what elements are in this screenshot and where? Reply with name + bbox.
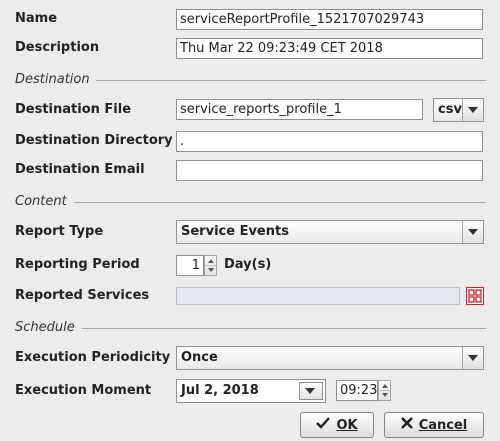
- execution-periodicity-label: Execution Periodicity: [15, 350, 171, 365]
- reporting-period-spinner[interactable]: [204, 255, 217, 276]
- destination-file-field[interactable]: service_reports_profile_1: [176, 99, 423, 120]
- spinner-up-button[interactable]: [205, 256, 216, 266]
- grid-select-icon[interactable]: [466, 287, 484, 305]
- file-format-select[interactable]: csv: [433, 98, 484, 122]
- ok-button[interactable]: OK: [300, 412, 374, 438]
- x-icon: [400, 417, 413, 433]
- execution-time-field[interactable]: 09:23: [336, 380, 378, 401]
- destination-directory-field[interactable]: .: [176, 131, 483, 152]
- destination-directory-label: Destination Directory: [15, 133, 173, 148]
- cancel-button[interactable]: Cancel: [384, 412, 484, 438]
- destination-section-title: Destination: [15, 72, 90, 87]
- ok-button-label: OK: [336, 417, 358, 433]
- date-dropdown-button[interactable]: [299, 382, 323, 400]
- report-type-dropdown-button[interactable]: [462, 221, 483, 243]
- chevron-down-icon: [468, 229, 478, 235]
- reporting-period-unit: Day(s): [224, 257, 272, 272]
- time-up-button[interactable]: [379, 381, 390, 391]
- schedule-section-title: Schedule: [15, 320, 75, 335]
- content-section-title: Content: [15, 194, 67, 209]
- check-icon: [316, 417, 331, 433]
- reporting-period-field[interactable]: 1: [176, 255, 204, 276]
- execution-date-value: Jul 2, 2018: [181, 383, 259, 398]
- name-field[interactable]: serviceReportProfile_1521707029743: [176, 9, 483, 30]
- execution-moment-label: Execution Moment: [15, 383, 152, 398]
- schedule-separator: [82, 328, 486, 329]
- report-type-label: Report Type: [15, 224, 104, 239]
- arrow-down-icon: [382, 392, 388, 397]
- destination-email-field[interactable]: [176, 160, 483, 181]
- time-down-button[interactable]: [379, 391, 390, 401]
- reported-services-field: [176, 287, 460, 305]
- report-type-value: Service Events: [181, 224, 289, 239]
- execution-periodicity-value: Once: [181, 350, 218, 365]
- execution-date-picker[interactable]: Jul 2, 2018: [176, 379, 326, 403]
- arrow-up-icon: [208, 259, 214, 263]
- destination-separator: [96, 80, 486, 81]
- cancel-button-label: Cancel: [418, 417, 468, 433]
- file-format-value: csv: [438, 102, 462, 117]
- description-label: Description: [15, 40, 100, 55]
- name-label: Name: [15, 11, 58, 26]
- execution-time-spinner[interactable]: [378, 380, 391, 401]
- chevron-down-icon: [468, 355, 478, 361]
- spinner-down-button[interactable]: [205, 266, 216, 276]
- destination-email-label: Destination Email: [15, 162, 145, 177]
- arrow-down-icon: [208, 267, 214, 272]
- chevron-down-icon: [305, 388, 315, 394]
- execution-periodicity-dropdown-button[interactable]: [462, 347, 483, 369]
- description-field[interactable]: Thu Mar 22 09:23:49 CET 2018: [176, 38, 483, 59]
- reported-services-label: Reported Services: [15, 288, 150, 303]
- execution-periodicity-select[interactable]: Once: [176, 346, 484, 370]
- chevron-down-icon: [468, 107, 478, 113]
- arrow-up-icon: [382, 384, 388, 388]
- reporting-period-label: Reporting Period: [15, 257, 140, 272]
- report-type-select[interactable]: Service Events: [176, 220, 484, 244]
- file-format-dropdown-button[interactable]: [462, 99, 483, 121]
- content-separator: [74, 202, 486, 203]
- destination-file-label: Destination File: [15, 102, 132, 117]
